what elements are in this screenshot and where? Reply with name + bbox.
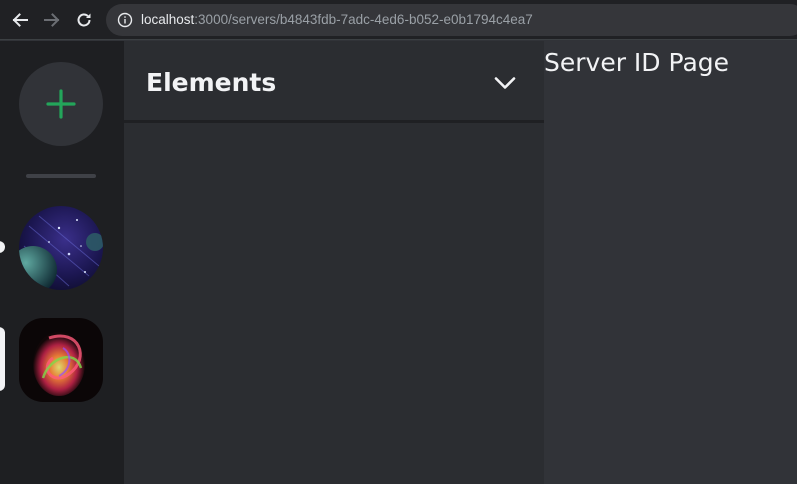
server-icon-space[interactable] — [19, 206, 103, 290]
main-content: Server ID Page — [544, 41, 797, 484]
unread-indicator — [0, 241, 5, 253]
url-host: localhost — [141, 12, 195, 27]
plus-icon — [46, 89, 76, 119]
browser-toolbar: localhost:3000/servers/b4843fdb-7adc-4ed… — [0, 0, 797, 40]
address-bar[interactable]: localhost:3000/servers/b4843fdb-7adc-4ed… — [106, 4, 797, 36]
channel-sidebar: Elements — [124, 41, 544, 484]
back-button[interactable] — [8, 8, 32, 32]
arrow-right-icon — [44, 13, 60, 27]
server-sidebar — [0, 41, 124, 484]
server-name: Elements — [146, 68, 277, 97]
space-planet-image — [19, 206, 103, 290]
page-title: Server ID Page — [544, 48, 730, 77]
reload-icon — [77, 13, 91, 27]
info-icon[interactable] — [117, 12, 133, 28]
url-path: :3000/servers/b4843fdb-7adc-4ed6-b052-e0… — [194, 12, 533, 27]
forward-button[interactable] — [40, 8, 64, 32]
add-server-button[interactable] — [19, 62, 103, 146]
server-icon-elements[interactable] — [19, 318, 103, 402]
active-server-indicator — [0, 327, 5, 391]
arrow-left-icon — [12, 13, 28, 27]
reload-button[interactable] — [72, 8, 96, 32]
chevron-down-icon[interactable] — [493, 71, 517, 95]
server-header[interactable]: Elements — [124, 41, 544, 123]
url-text: localhost:3000/servers/b4843fdb-7adc-4ed… — [141, 12, 533, 28]
abstract-swirl-image — [19, 318, 103, 402]
rail-separator — [26, 174, 96, 178]
